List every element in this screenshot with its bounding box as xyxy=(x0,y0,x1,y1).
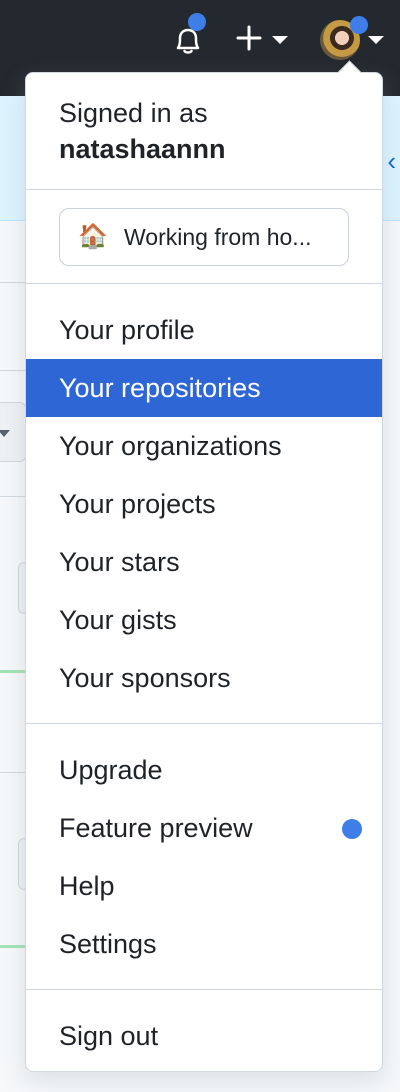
chevron-down-icon xyxy=(0,430,10,437)
notification-indicator xyxy=(188,13,206,31)
notifications-button[interactable] xyxy=(168,13,208,60)
divider xyxy=(26,189,382,190)
menu-item-help[interactable]: Help xyxy=(26,857,382,915)
signed-in-label: Signed in as xyxy=(59,98,208,128)
divider xyxy=(26,989,382,990)
divider xyxy=(0,496,25,497)
menu-item-settings[interactable]: Settings xyxy=(26,915,382,973)
sign-out-button[interactable]: Sign out xyxy=(26,1007,382,1065)
set-status-button[interactable]: 🏠 Working from ho... xyxy=(59,208,349,266)
divider xyxy=(26,283,382,284)
menu-item-your-sponsors[interactable]: Your sponsors xyxy=(26,649,382,707)
divider xyxy=(26,723,382,724)
create-new-button[interactable] xyxy=(234,22,294,56)
status-text: Working from ho... xyxy=(124,223,312,250)
menu-item-label: Feature preview xyxy=(59,813,253,843)
menu-item-your-projects[interactable]: Your projects xyxy=(26,475,382,533)
house-icon: 🏠 xyxy=(78,223,108,250)
chevron-down-icon xyxy=(272,36,288,44)
username: natashaannn xyxy=(59,134,226,164)
divider xyxy=(0,772,25,773)
menu-item-upgrade[interactable]: Upgrade xyxy=(26,741,382,799)
menu-item-your-repositories[interactable]: Your repositories xyxy=(26,359,382,417)
background-accent xyxy=(0,945,25,948)
chevron-down-icon xyxy=(368,36,384,44)
menu-item-your-stars[interactable]: Your stars xyxy=(26,533,382,591)
signed-in-info: Signed in as natashaannn xyxy=(59,95,226,167)
background-accent xyxy=(0,670,25,673)
user-menu-button[interactable] xyxy=(318,16,386,62)
user-dropdown-menu: Signed in as natashaannn 🏠 Working from … xyxy=(25,72,383,1072)
plus-icon xyxy=(236,25,262,51)
menu-item-your-organizations[interactable]: Your organizations xyxy=(26,417,382,475)
menu-item-your-gists[interactable]: Your gists xyxy=(26,591,382,649)
avatar-indicator xyxy=(350,16,368,34)
menu-item-feature-preview[interactable]: Feature preview xyxy=(26,799,382,857)
divider xyxy=(0,282,25,283)
chevron-left-icon: ‹ xyxy=(387,146,396,176)
menu-item-your-profile[interactable]: Your profile xyxy=(26,301,382,359)
feature-preview-indicator xyxy=(342,819,362,839)
divider xyxy=(0,370,25,371)
